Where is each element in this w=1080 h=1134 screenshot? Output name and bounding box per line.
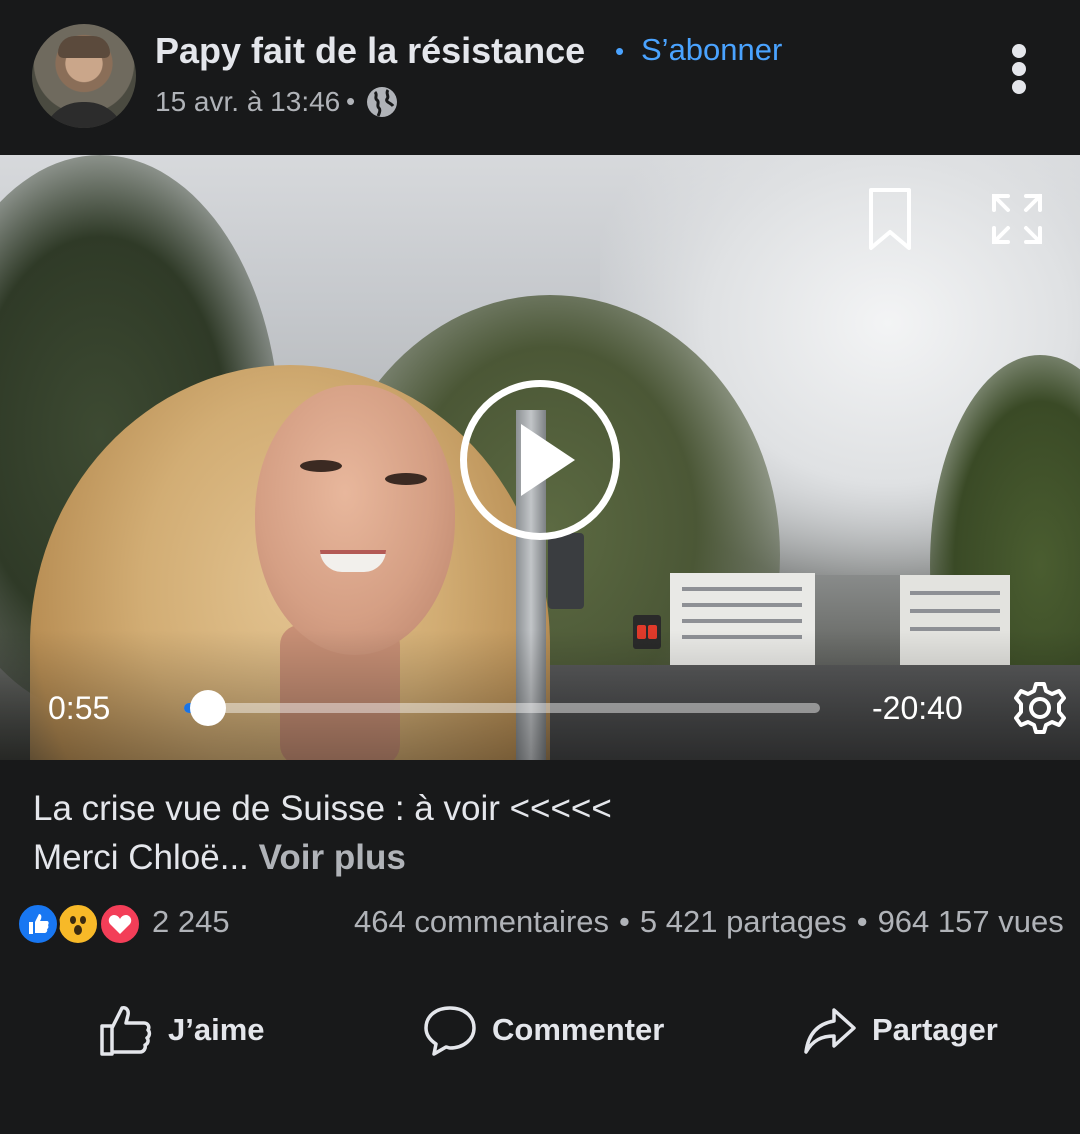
see-more-link[interactable]: Voir plus <box>259 838 406 877</box>
bookmark-icon[interactable] <box>866 186 914 252</box>
subscribe-button[interactable]: S’abonner <box>641 32 782 68</box>
post-stats: 464 commentaires • 5 421 partages • 964 157 … <box>354 904 1064 940</box>
caption-line: Merci Chloë... Voir plus <box>33 833 612 882</box>
current-time: 0:55 <box>48 690 111 726</box>
post-caption: La crise vue de Suisse : à voir <<<<< Me… <box>33 784 612 882</box>
author-avatar[interactable] <box>32 24 136 128</box>
shares-count[interactable]: 5 421 partages <box>640 904 847 939</box>
comments-count[interactable]: 464 commentaires <box>354 904 609 939</box>
like-label: J’aime <box>168 1012 265 1047</box>
views-count: 964 157 vues <box>877 904 1064 939</box>
author-name[interactable]: Papy fait de la résistance <box>155 30 585 72</box>
thumbs-up-icon <box>100 1006 152 1056</box>
post-timestamp[interactable]: 15 avr. à 13:46 <box>155 86 340 118</box>
separator-dot: • <box>346 86 356 116</box>
play-button[interactable] <box>460 380 620 540</box>
love-reaction-icon <box>98 902 142 946</box>
wow-reaction-icon <box>56 902 100 946</box>
settings-icon[interactable] <box>1012 680 1068 736</box>
share-icon <box>804 1008 856 1054</box>
separator-dot: • <box>856 904 868 939</box>
comment-icon <box>424 1006 476 1056</box>
caption-line: La crise vue de Suisse : à voir <<<<< <box>33 789 612 828</box>
share-button[interactable]: Partager <box>802 990 998 1070</box>
reaction-icons[interactable] <box>16 902 146 946</box>
reaction-count[interactable]: 2 245 <box>152 904 230 940</box>
separator-dot: • <box>619 904 630 939</box>
more-options-icon[interactable] <box>1000 38 1038 98</box>
progress-track[interactable] <box>184 703 820 713</box>
share-label: Partager <box>872 1012 998 1047</box>
remaining-time: -20:40 <box>872 690 963 726</box>
fullscreen-icon[interactable] <box>990 192 1044 246</box>
caption-text: Merci Chloë... <box>33 838 249 877</box>
comment-button[interactable]: Commenter <box>422 990 664 1070</box>
globe-icon <box>367 87 397 117</box>
comment-label: Commenter <box>492 1012 665 1047</box>
post-header: Papy fait de la résistance • S’abonner 1… <box>0 0 1080 155</box>
like-button[interactable]: J’aime <box>98 990 265 1070</box>
action-bar: J’aime Commenter Partager <box>0 990 1080 1070</box>
like-reaction-icon <box>16 902 60 946</box>
separator-dot: • <box>615 36 625 66</box>
progress-handle[interactable] <box>190 690 227 726</box>
